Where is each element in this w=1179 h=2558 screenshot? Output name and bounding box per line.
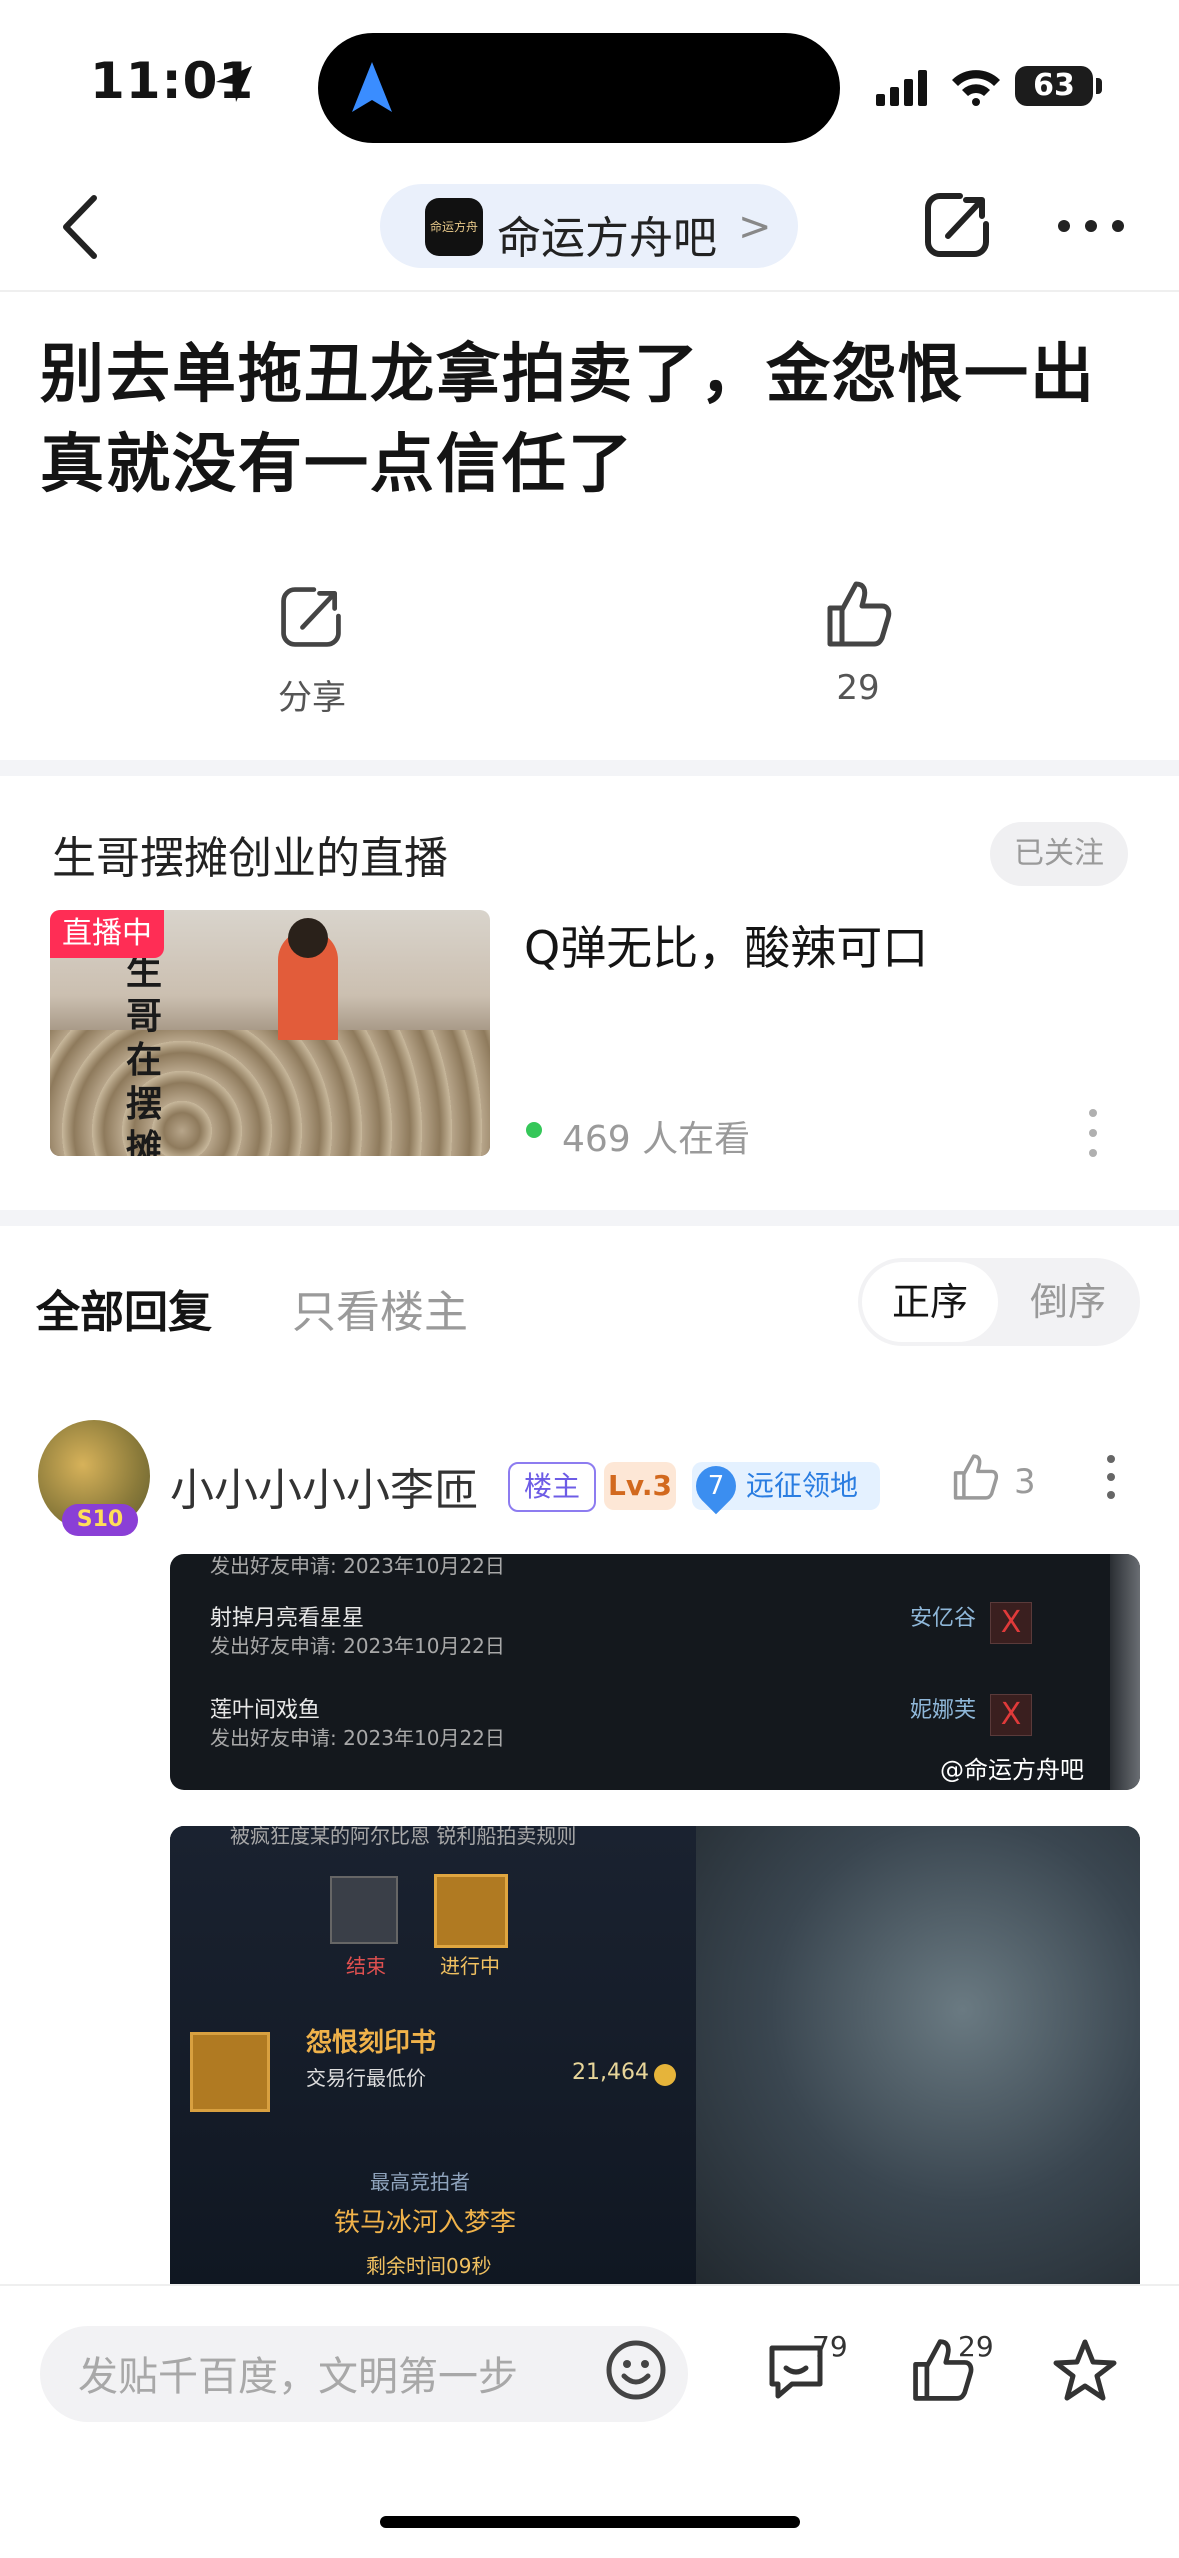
reply-like-count: 3 [1014, 1462, 1036, 1502]
chevron-right-icon: > [738, 204, 772, 250]
comment-count: 79 [812, 2330, 848, 2363]
guild-tag[interactable]: 7 远征领地 [687, 1457, 880, 1515]
sort-descending[interactable]: 倒序 [1002, 1262, 1134, 1342]
bidder-label: 最高竞拍者 [370, 2170, 470, 2194]
nav-divider [0, 290, 1179, 292]
friend-sub-1: 发出好友申请: 2023年10月22日 [210, 1634, 505, 1658]
tab-op-only[interactable]: 只看楼主 [292, 1276, 468, 1340]
online-dot [526, 1122, 542, 1138]
live-viewers: 469 人在看 [562, 1119, 751, 1160]
post-share-label[interactable]: 分享 [212, 670, 412, 719]
price-label: 交易行最低价 [306, 2066, 426, 2090]
bidder-name: 铁马冰河入梦李 [334, 2208, 517, 2238]
item-name: 怨恨刻印书 [306, 2028, 437, 2058]
status-active: 进行中 [440, 1954, 500, 1978]
location-arrow-icon [216, 66, 252, 102]
friend-name-2: 莲叶间戏鱼 [210, 1698, 321, 1723]
section-divider-2 [0, 1210, 1179, 1226]
friend-name-1: 射掉月亮看星星 [210, 1606, 365, 1631]
item-icon [190, 2032, 270, 2112]
battery-indicator: 63 [1015, 66, 1093, 106]
reply-image-auction[interactable]: 被疯狂度某的阿尔比恩 锐利船拍卖规则 结束 进行中 怨恨刻印书 交易行最低价 2… [170, 1826, 1140, 2286]
op-tag: 楼主 [508, 1462, 596, 1512]
status-ended: 结束 [346, 1954, 386, 1978]
post-share-icon[interactable] [276, 582, 346, 652]
friend-right-2: 妮娜芙 [910, 1698, 977, 1723]
emoji-icon[interactable] [604, 2338, 668, 2402]
wifi-icon [952, 70, 1000, 106]
followed-button[interactable]: 已关注 [990, 822, 1128, 886]
more-options-icon[interactable] [1056, 218, 1126, 234]
tab-all-replies[interactable]: 全部回复 [36, 1276, 212, 1340]
watermark: @命运方舟吧 [940, 1756, 1084, 1784]
game-scene [696, 1826, 1140, 2286]
close-icon: X [990, 1694, 1032, 1736]
live-section-title[interactable]: 生哥摆摊创业的直播 [52, 822, 448, 886]
auction-rule-partial: 被疯狂度某的阿尔比恩 锐利船拍卖规则 [230, 1826, 577, 1848]
post-like-icon[interactable] [822, 578, 894, 650]
sort-ascending[interactable]: 正序 [862, 1262, 998, 1342]
post-like-count: 29 [836, 668, 880, 708]
friend-right-1: 安亿谷 [910, 1606, 977, 1631]
reply-username[interactable]: 小小小小小李匝 [170, 1454, 478, 1518]
navigation-app-icon [352, 62, 392, 112]
avatar-badge: S10 [62, 1504, 138, 1536]
reply-more-icon[interactable] [1106, 1454, 1116, 1500]
like-count: 29 [958, 2330, 994, 2363]
battery-cap [1096, 78, 1102, 94]
ended-slot [330, 1876, 398, 1944]
back-arrow-icon[interactable] [58, 192, 102, 262]
dynamic-island [318, 33, 840, 143]
gold-coin-icon [654, 2064, 676, 2086]
share-icon[interactable] [920, 188, 994, 262]
price-value: 21,464 [572, 2060, 649, 2085]
level-tag: Lv.3 [604, 1462, 676, 1510]
close-icon: X [990, 1602, 1032, 1644]
guild-name: 远征领地 [746, 1469, 859, 1502]
live-badge: 直播中 [50, 910, 164, 958]
section-divider [0, 760, 1179, 776]
signal-icon [876, 70, 927, 106]
reply-like-icon[interactable] [950, 1452, 1000, 1502]
star-icon[interactable] [1050, 2336, 1120, 2406]
forum-name[interactable]: 命运方舟吧 [497, 202, 717, 266]
reply-input-placeholder[interactable]: 发贴千百度，文明第一步 [78, 2344, 518, 2402]
active-slot [434, 1874, 508, 1948]
thumb-overlay-text: 生哥在摆摊 [126, 951, 163, 1156]
post-title: 别去单拖丑龙拿拍卖了，金怨恨一出真就没有一点信任了 [40, 338, 1096, 502]
time-left: 剩余时间09秒 [366, 2254, 492, 2278]
image-edge [1110, 1554, 1140, 1790]
guild-level: 7 [707, 1471, 725, 1501]
friend-sub-2: 发出好友申请: 2023年10月22日 [210, 1726, 505, 1750]
forum-logo: 命运方舟 [425, 198, 483, 256]
friend-row-partial: 发出好友申请: 2023年10月22日 [210, 1554, 505, 1578]
live-more-icon[interactable] [1086, 1106, 1100, 1160]
home-indicator[interactable] [380, 2516, 800, 2528]
live-description[interactable]: Q弹无比，酸辣可口 [524, 912, 928, 978]
reply-image-friend-list[interactable]: 发出好友申请: 2023年10月22日 射掉月亮看星星 发出好友申请: 2023… [170, 1554, 1140, 1790]
